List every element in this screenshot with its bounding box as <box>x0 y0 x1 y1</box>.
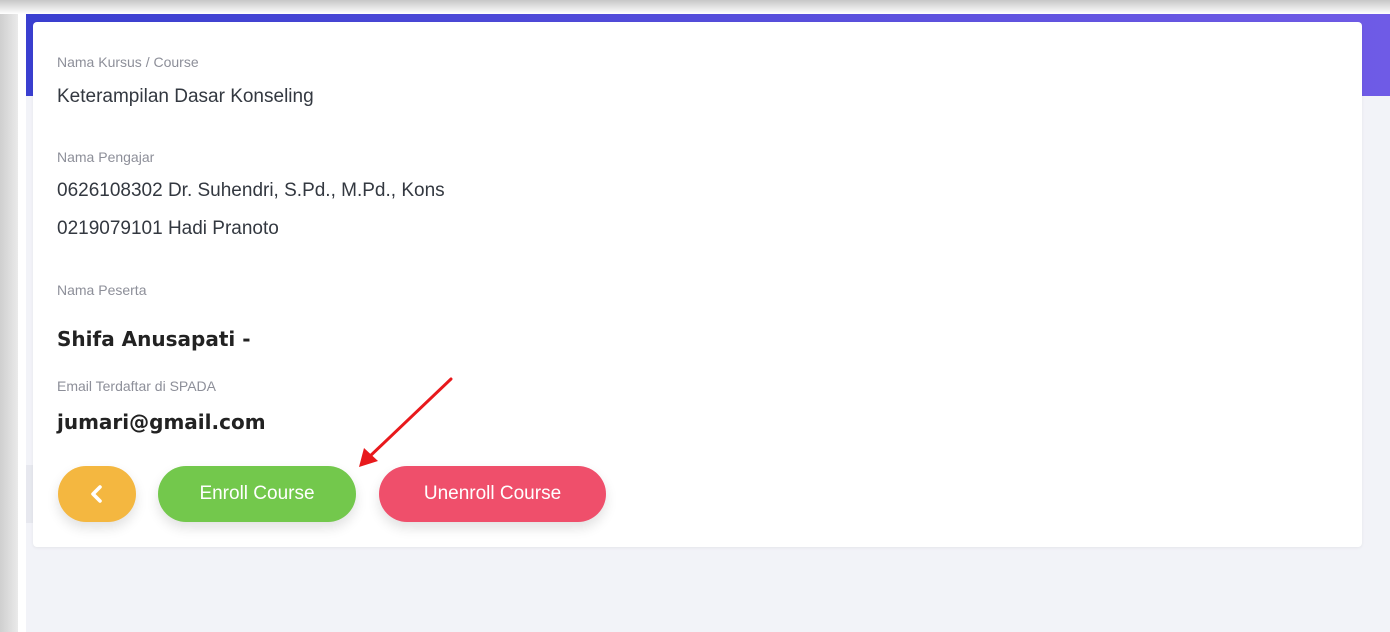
teacher-name-2: 0219079101 Hadi Pranoto <box>57 218 279 239</box>
unenroll-course-button[interactable]: Unenroll Course <box>379 466 606 522</box>
teacher-name-1: 0626108302 Dr. Suhendri, S.Pd., M.Pd., K… <box>57 180 445 201</box>
window-top-edge <box>0 0 1390 14</box>
back-button[interactable] <box>58 466 136 522</box>
chevron-left-icon <box>89 485 105 503</box>
course-name-label: Nama Kursus / Course <box>57 54 199 70</box>
participant-name-value: Shifa Anusapati - <box>57 327 251 351</box>
course-detail-card: Nama Kursus / Course Keterampilan Dasar … <box>33 22 1362 547</box>
email-value: jumari@gmail.com <box>57 410 266 434</box>
course-name-value: Keterampilan Dasar Konseling <box>57 86 314 107</box>
window-left-border <box>18 0 26 632</box>
participant-name-label: Nama Peserta <box>57 282 147 298</box>
enroll-course-button[interactable]: Enroll Course <box>158 466 356 522</box>
teacher-name-label: Nama Pengajar <box>57 149 155 165</box>
email-label: Email Terdaftar di SPADA <box>57 378 216 394</box>
